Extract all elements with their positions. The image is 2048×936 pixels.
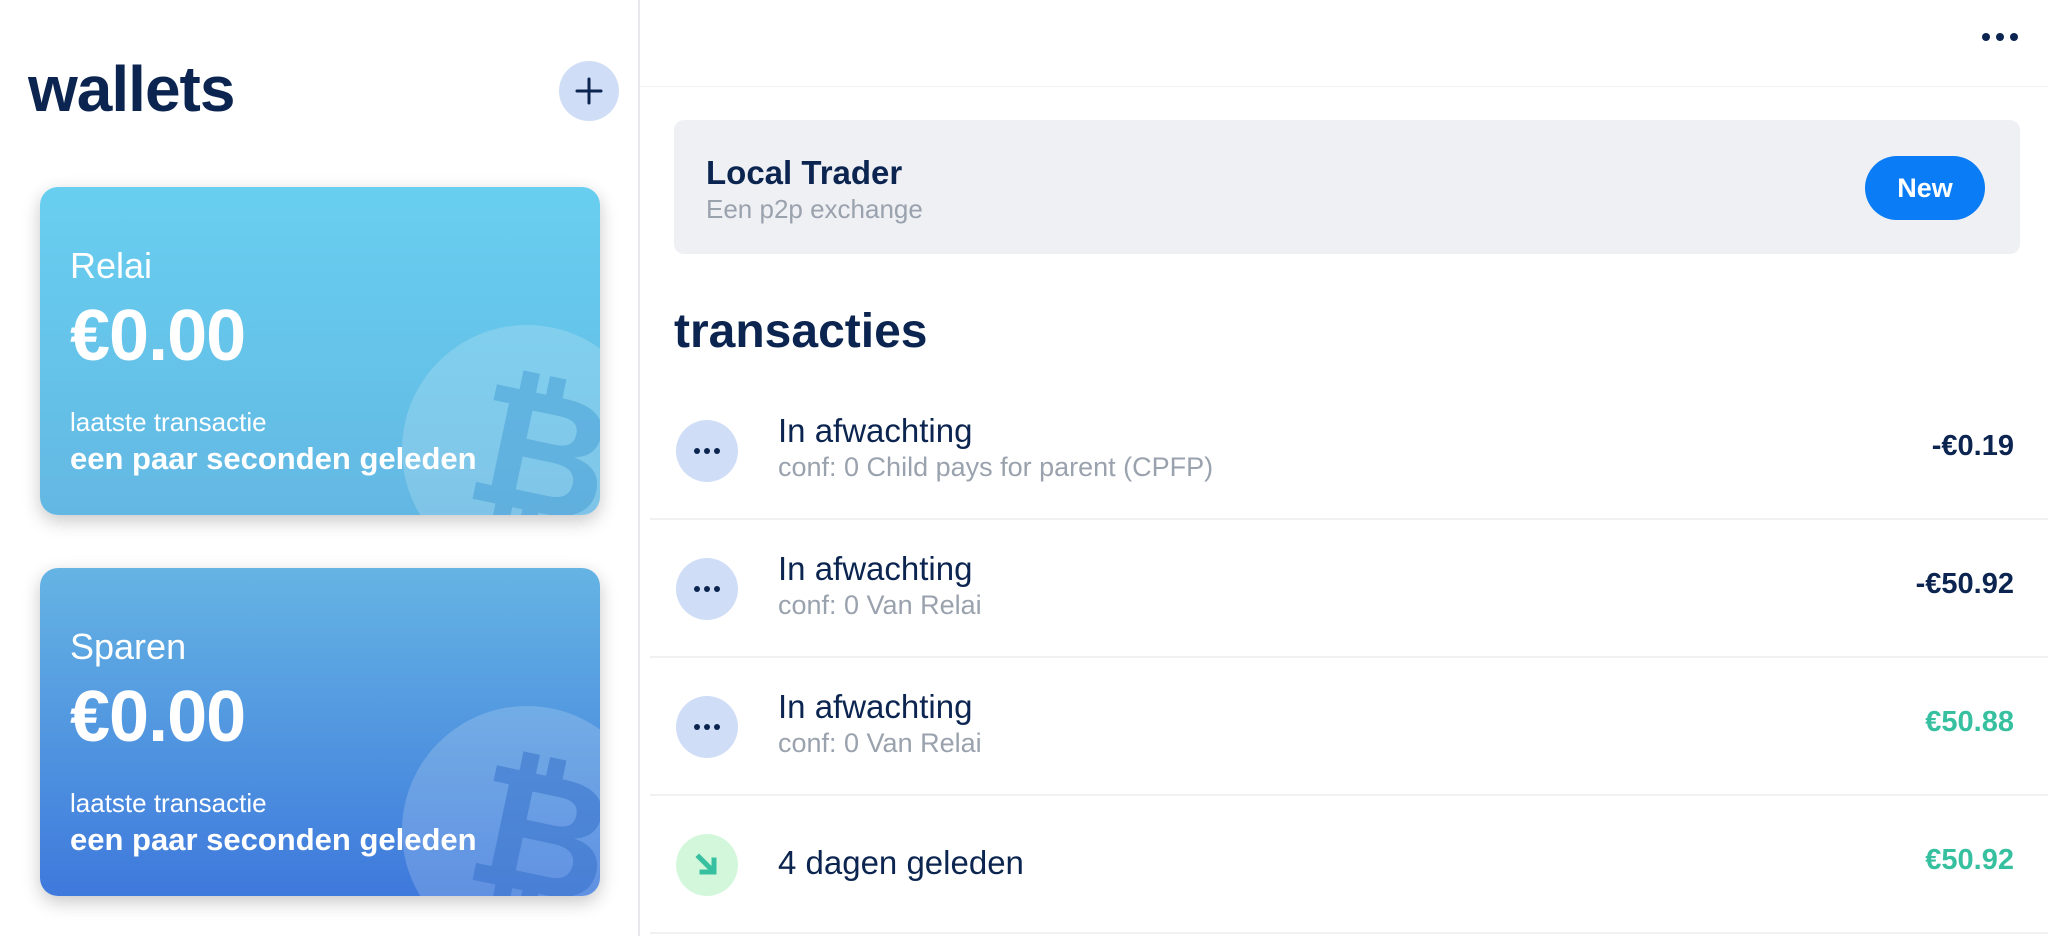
wallet-card-relai[interactable]: ₿ Relai €0.00 laatste transactie een paa…: [40, 187, 600, 515]
transaction-amount: -€0.19: [1931, 430, 2014, 462]
pending-dots-icon: [676, 420, 738, 482]
transaction-amount: €50.92: [1925, 844, 2014, 876]
transaction-row[interactable]: 4 dagen geleden €50.92: [650, 796, 2048, 934]
transaction-list: In afwachting conf: 0 Child pays for par…: [650, 382, 2048, 934]
bitcoin-icon: ₿: [402, 325, 600, 515]
transaction-row[interactable]: In afwachting conf: 0 Van Relai -€50.92: [650, 520, 2048, 658]
transaction-title: In afwachting: [778, 412, 973, 449]
transactions-pane: Local Trader Een p2p exchange New transa…: [640, 0, 2048, 936]
wallet-balance: €0.00: [70, 677, 246, 757]
transactions-title: transacties: [674, 305, 928, 358]
last-transaction-time: een paar seconden geleden: [70, 822, 477, 857]
transaction-amount: €50.88: [1925, 706, 2014, 738]
transaction-amount: -€50.92: [1915, 568, 2014, 600]
plus-icon: [575, 77, 603, 105]
promo-subtitle: Een p2p exchange: [706, 194, 923, 224]
last-transaction-label: laatste transactie: [70, 788, 267, 818]
incoming-arrow-icon: [676, 834, 738, 896]
transaction-subtitle: conf: 0 Child pays for parent (CPFP): [778, 452, 1214, 482]
transaction-title: 4 dagen geleden: [778, 844, 1024, 881]
wallet-name: Sparen: [70, 626, 187, 667]
transaction-subtitle: conf: 0 Van Relai: [778, 728, 982, 758]
wallets-title: wallets: [28, 53, 235, 125]
new-button[interactable]: New: [1865, 156, 1985, 220]
pending-dots-icon: [676, 558, 738, 620]
last-transaction-time: een paar seconden geleden: [70, 441, 477, 476]
transaction-title: In afwachting: [778, 688, 973, 725]
bitcoin-icon: ₿: [402, 706, 600, 896]
transaction-subtitle: conf: 0 Van Relai: [778, 590, 982, 620]
promo-title: Local Trader: [706, 154, 903, 191]
transaction-row[interactable]: In afwachting conf: 0 Van Relai €50.88: [650, 658, 2048, 796]
wallet-balance: €0.00: [70, 296, 246, 376]
add-wallet-button[interactable]: [559, 61, 619, 121]
wallets-pane: wallets ₿ Relai €0.00 laatste transactie…: [0, 0, 639, 936]
pending-dots-icon: [676, 696, 738, 758]
local-trader-promo[interactable]: Local Trader Een p2p exchange New: [674, 120, 2020, 254]
app-window: wallets ₿ Relai €0.00 laatste transactie…: [0, 0, 2048, 936]
wallet-card-sparen[interactable]: ₿ Sparen €0.00 laatste transactie een pa…: [40, 568, 600, 896]
last-transaction-label: laatste transactie: [70, 407, 267, 437]
more-horizontal-icon: [1982, 33, 1990, 41]
more-options-button[interactable]: [1970, 22, 2030, 52]
transaction-title: In afwachting: [778, 550, 973, 587]
header-divider: [640, 86, 2048, 87]
transaction-row[interactable]: In afwachting conf: 0 Child pays for par…: [650, 382, 2048, 520]
wallet-name: Relai: [70, 245, 153, 286]
